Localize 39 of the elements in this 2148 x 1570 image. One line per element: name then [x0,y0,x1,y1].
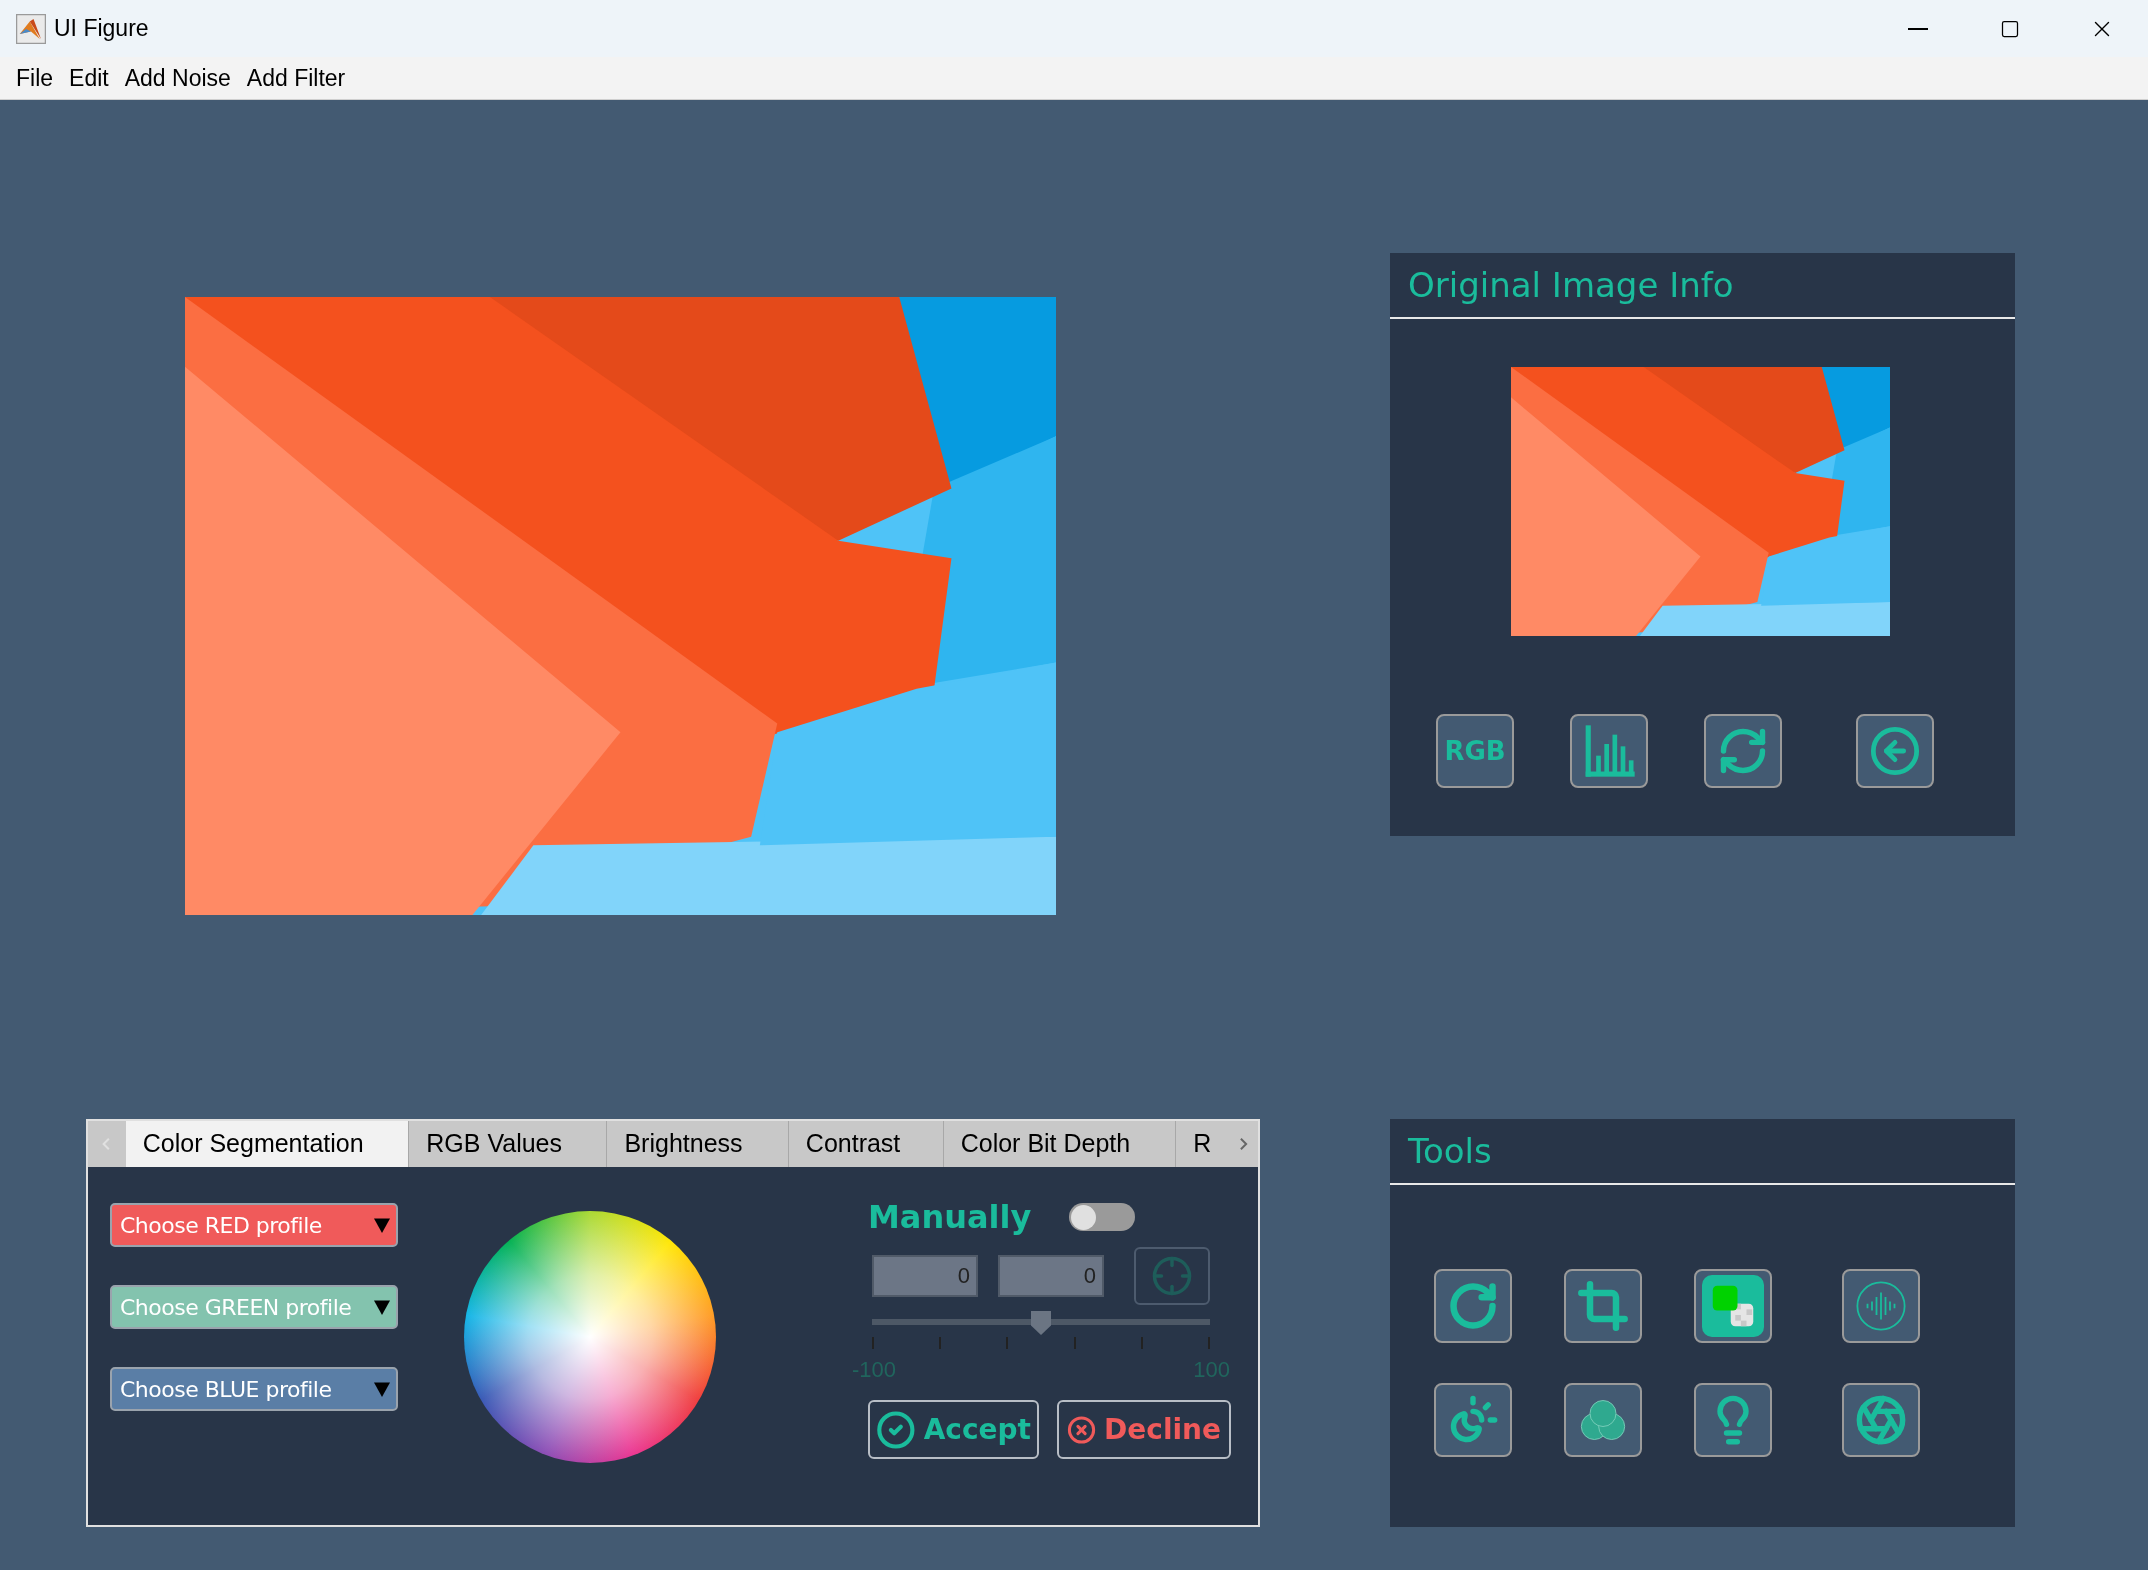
tool-button[interactable] [1564,1383,1642,1457]
manually-label: Manually [868,1197,1032,1238]
caret-icon [374,1217,390,1233]
crosshair-icon [1151,1255,1193,1297]
tab[interactable]: Color Segmentation [125,1121,410,1167]
sound-wave-icon [1854,1279,1908,1333]
menu-item[interactable]: Add Filter [238,60,354,96]
number-field[interactable]: 0 [998,1255,1104,1297]
tool-button[interactable] [1434,1383,1512,1457]
crop-icon [1577,1280,1629,1332]
caret-icon [374,1299,390,1315]
tool-button[interactable] [1694,1269,1772,1343]
menu-item[interactable]: Edit [61,60,117,96]
icon-button[interactable] [1856,714,1934,788]
icon-button[interactable] [1704,714,1782,788]
toggle-switch[interactable] [1069,1203,1136,1231]
accept-button[interactable]: Accept [868,1400,1039,1459]
profile-dropdown[interactable]: Choose BLUE profile [110,1367,398,1411]
icon-button[interactable] [1570,714,1648,788]
slider-thumb[interactable] [1031,1311,1051,1335]
pick-point-button[interactable] [1134,1247,1210,1305]
decline-button[interactable]: Decline [1057,1400,1231,1459]
tool-button[interactable] [1694,1383,1772,1457]
aperture-icon [1855,1394,1907,1446]
tool-button[interactable] [1434,1269,1512,1343]
app-icon [16,13,46,44]
tool-button[interactable] [1842,1269,1920,1343]
caret-icon [374,1381,390,1397]
minimize-icon [1908,27,1928,30]
panel-title: Tools [1408,1129,1492,1173]
panel-title: Original Image Info [1408,263,1734,307]
number-field[interactable]: 0 [872,1255,978,1297]
tool-button[interactable] [1564,1269,1642,1343]
menu-item[interactable]: Add Noise [116,60,239,96]
rotate-icon [1447,1280,1499,1332]
window-title: UI Figure [54,14,149,44]
tool-button[interactable] [1842,1383,1920,1457]
maximize-icon [2000,18,2020,39]
menu-item[interactable]: File [8,60,62,96]
